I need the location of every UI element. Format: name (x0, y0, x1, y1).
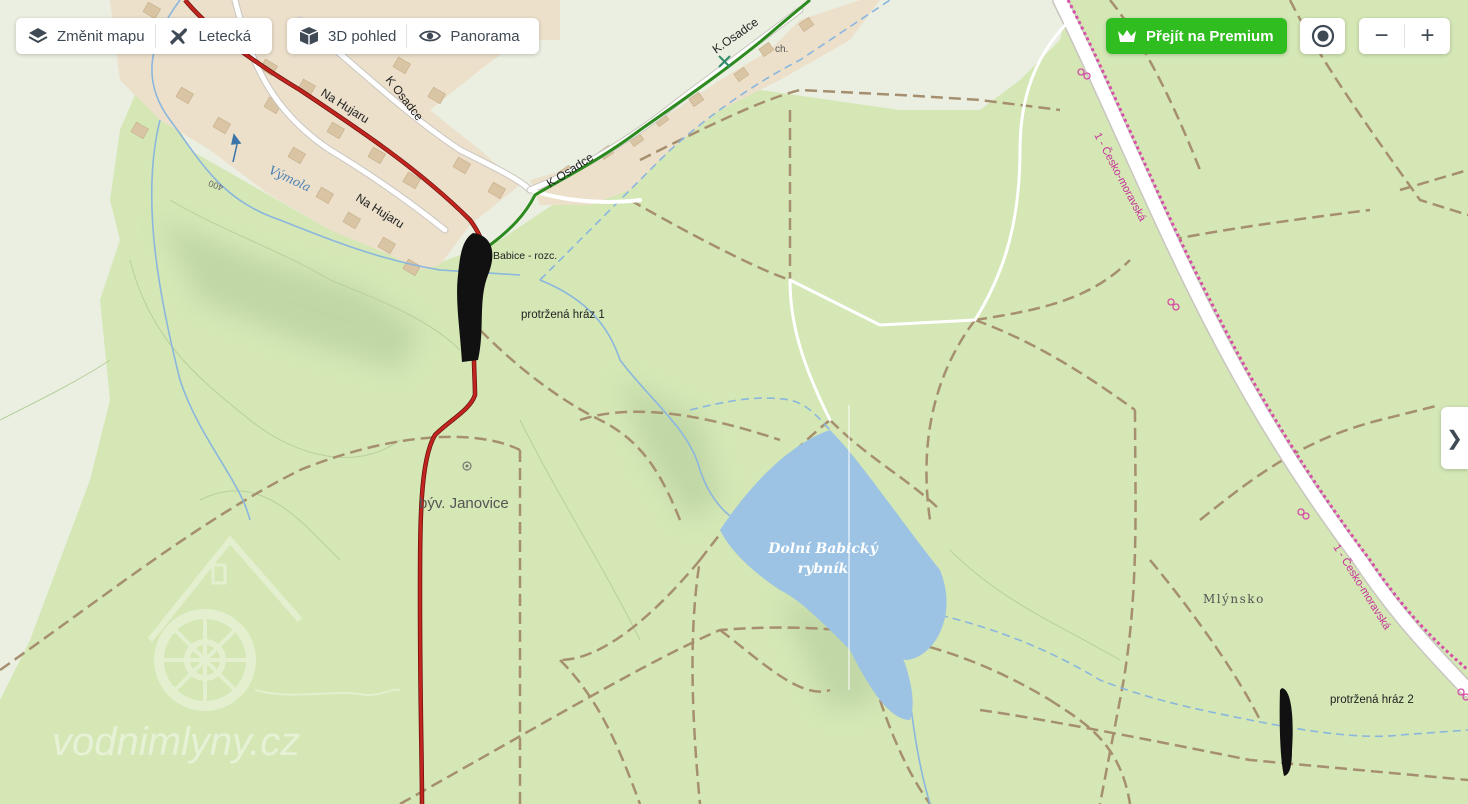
change-map-button[interactable]: Změnit mapu (16, 18, 155, 54)
airplane-icon (169, 28, 187, 45)
bus-stop-label: Babice - rozc. (493, 250, 557, 262)
zoom-controls: − + (1359, 18, 1450, 54)
premium-button[interactable]: Přejít na Premium (1106, 18, 1287, 54)
view-toolbar: 3D pohled Panorama (287, 18, 539, 54)
eye-icon (419, 30, 442, 42)
layers-icon (28, 28, 48, 44)
aerial-button[interactable]: Letecká (156, 18, 262, 54)
dam2-label: protržená hráz 2 (1330, 694, 1414, 706)
aerial-label: Letecká (198, 27, 252, 45)
expand-panel-button[interactable]: ❯ (1441, 407, 1468, 469)
watermark-text: vodnimlyny.cz (52, 720, 300, 764)
my-location-button[interactable] (1300, 18, 1345, 54)
location-target-icon (1311, 24, 1334, 48)
village-label: býv. Janovice (419, 495, 509, 512)
3d-view-label: 3D pohled (328, 27, 397, 45)
pond-label-line2: rybník (798, 561, 849, 577)
zoom-out-button[interactable]: − (1359, 18, 1404, 54)
map-type-toolbar: Změnit mapu Letecká (16, 18, 272, 54)
cube-icon (299, 27, 319, 45)
premium-label: Přejít na Premium (1146, 27, 1274, 45)
map-canvas[interactable]: Na Hujaru Na Hujaru K Osadce K.Osadce K.… (0, 0, 1468, 804)
chevron-right-icon: ❯ (1446, 427, 1463, 450)
zoom-in-button[interactable]: + (1405, 18, 1450, 54)
dam1-label: protržená hráz 1 (521, 309, 605, 321)
locality-label: Mlýnsko (1203, 592, 1265, 606)
panorama-button[interactable]: Panorama (407, 18, 529, 54)
3d-view-button[interactable]: 3D pohled (287, 18, 406, 54)
panorama-label: Panorama (450, 27, 520, 45)
crown-icon (1118, 30, 1136, 42)
change-map-label: Změnit mapu (57, 27, 145, 45)
pond-label-line1: Dolní Babický (767, 540, 878, 557)
chapel-label: ch. (775, 44, 788, 55)
